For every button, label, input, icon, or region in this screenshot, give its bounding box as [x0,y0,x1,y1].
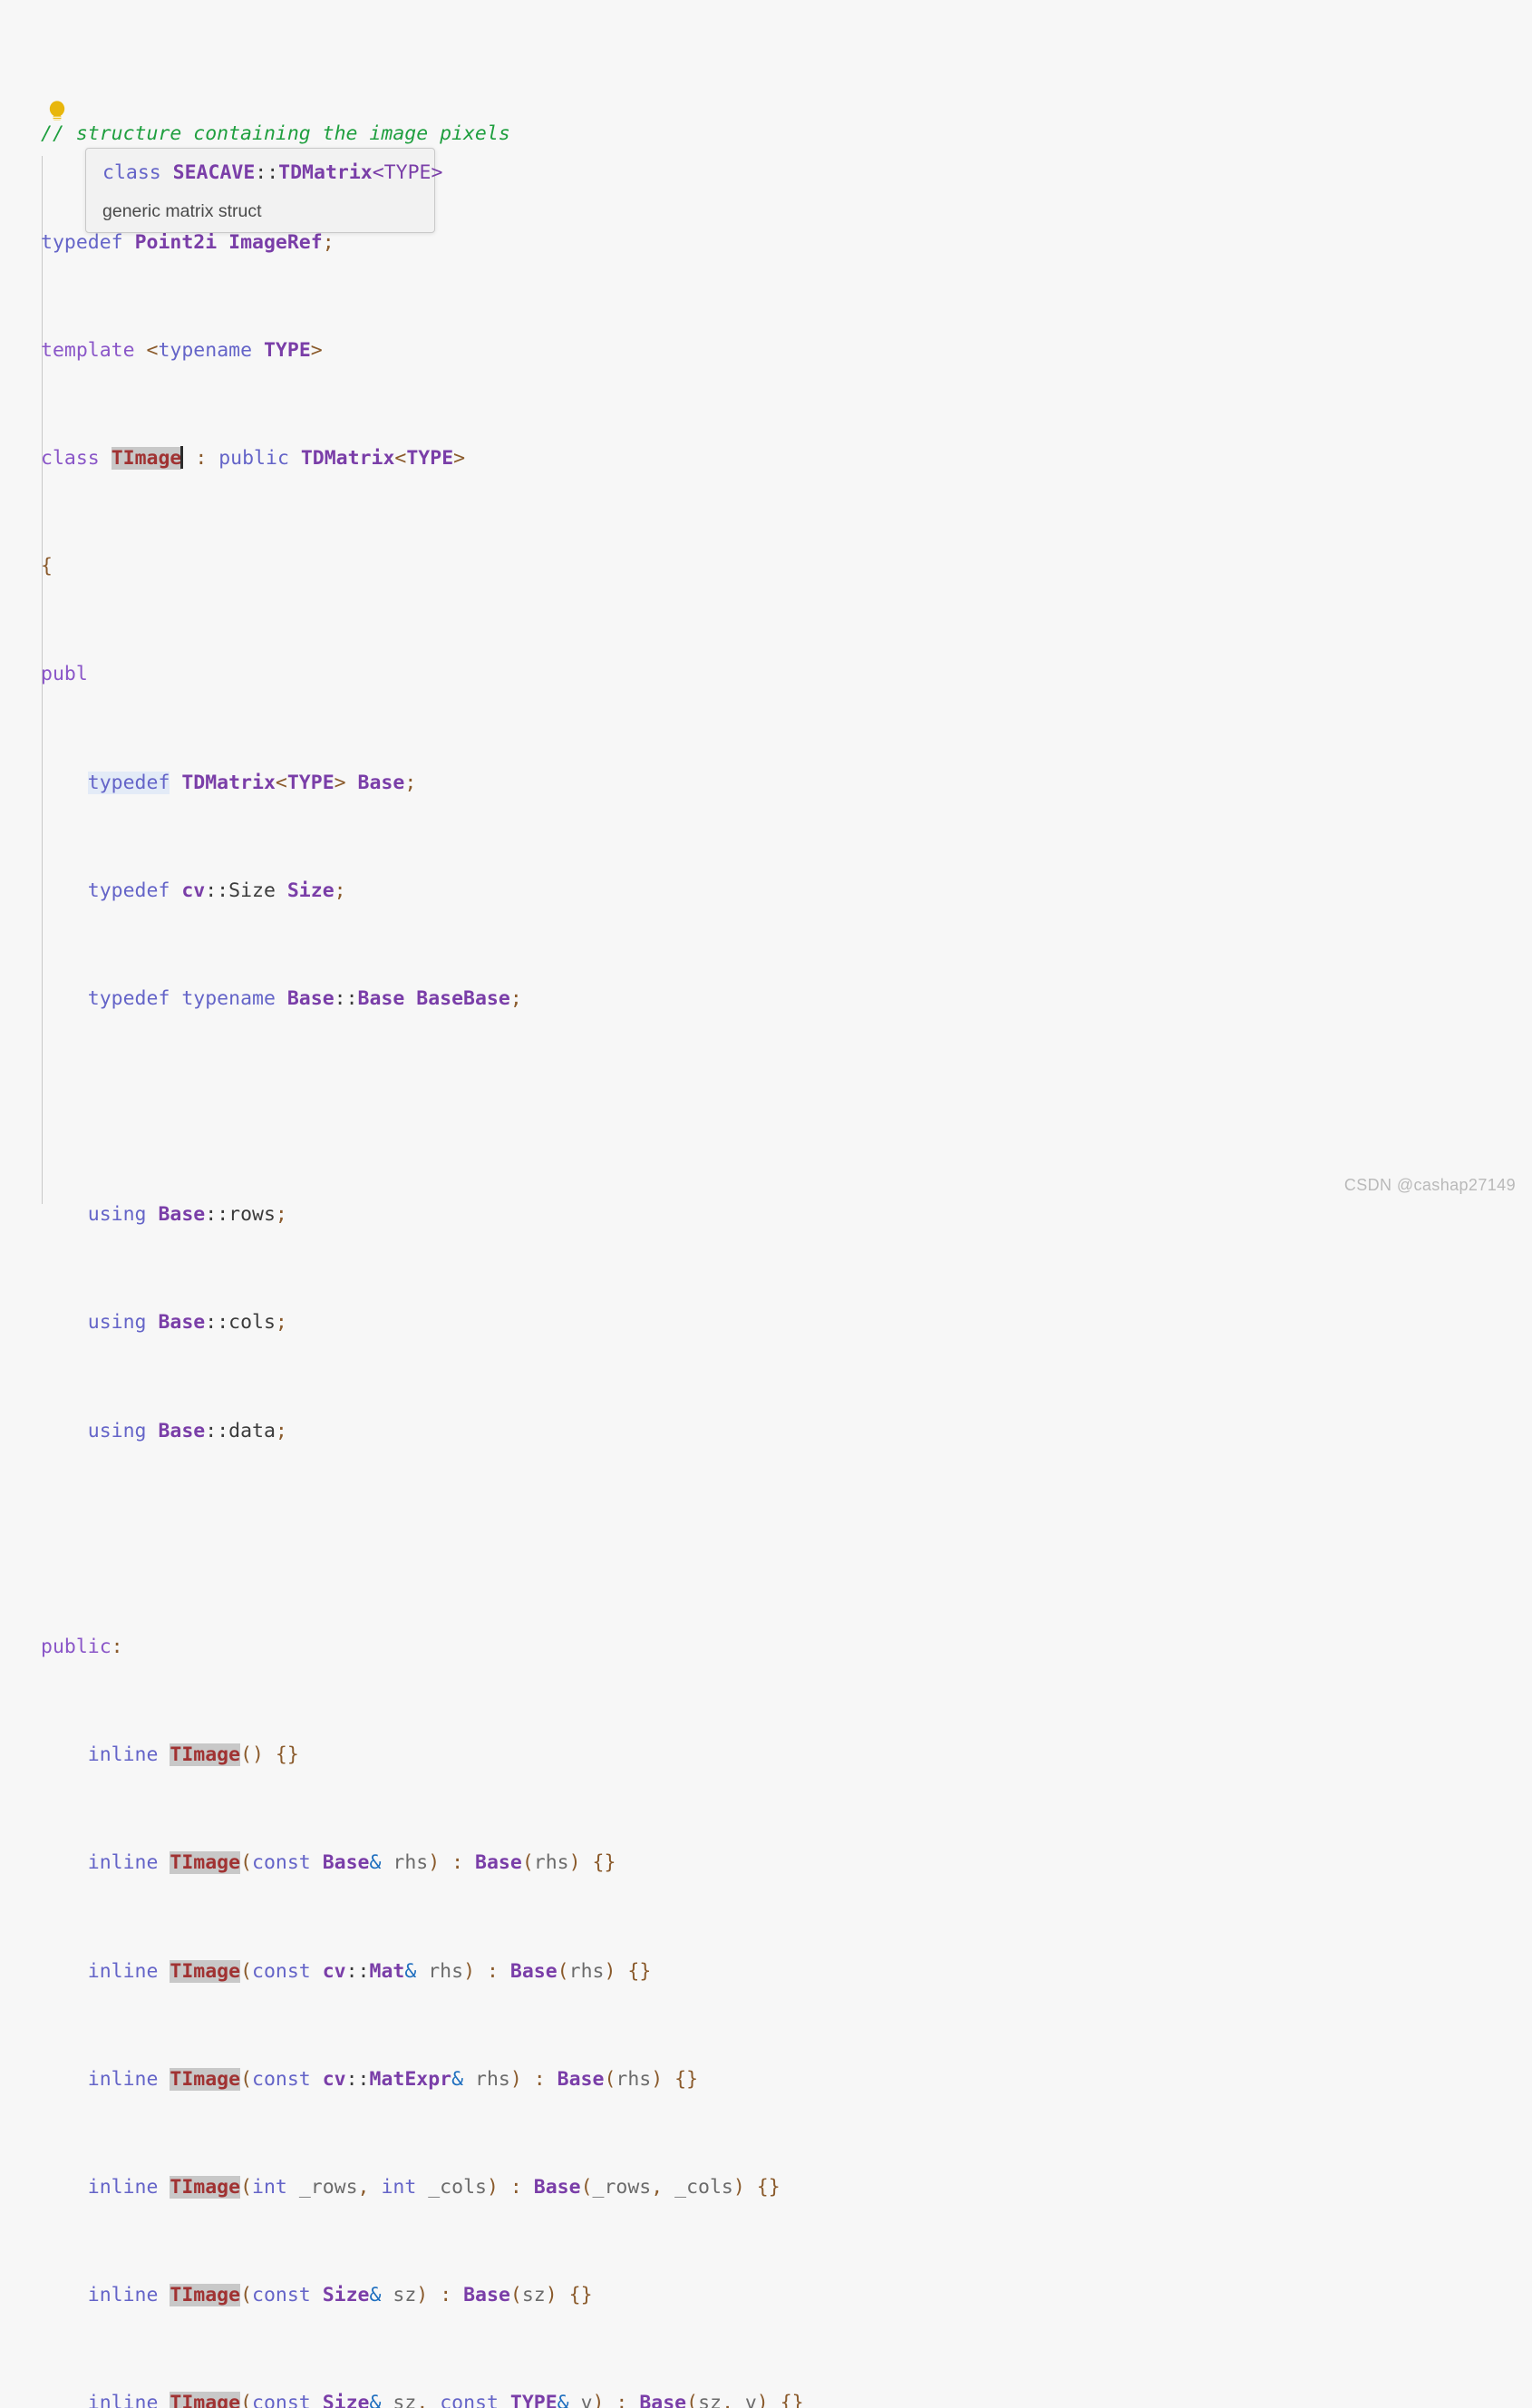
tooltip-signature-namespace: SEACAVE [172,161,256,184]
tooltip-documentation-text: generic matrix struct [102,201,262,221]
code-content[interactable]: // structure containing the image pixels… [0,40,1532,2408]
code-line[interactable]: typedef typename Base::Base BaseBase; [41,986,1532,1013]
code-line[interactable]: inline TImage(const Size& sz, const TYPE… [41,2390,1532,2408]
code-line[interactable]: public: [41,1634,1532,1661]
symbol-timage-occurrence[interactable]: TImage [170,2175,241,2199]
keyword-typedef: typedef [41,230,123,254]
code-line[interactable]: template <typename TYPE> [41,337,1532,364]
tooltip-signature-scope: :: [255,161,279,184]
code-line[interactable]: typedef TDMatrix<TYPE> Base; [41,770,1532,797]
code-editor[interactable]: // structure containing the image pixels… [0,0,1532,2408]
code-line[interactable]: using Base::rows; [41,1201,1532,1228]
code-line[interactable]: using Base::cols; [41,1309,1532,1336]
keyword-using: using [87,1203,147,1227]
access-specifier-public: public [41,1636,112,1659]
comment-text: // structure containing the image pixels [41,122,510,146]
keyword-template: template [41,338,135,362]
tooltip-signature-prefix: class [102,161,173,184]
symbol-timage-occurrence[interactable]: TImage [170,1959,241,1983]
keyword-typename: typename [158,338,253,362]
code-line[interactable]: inline TImage(int _rows, int _cols) : Ba… [41,2174,1532,2201]
tooltip-signature-template: <TYPE> [372,161,443,184]
code-line[interactable]: { [41,553,1532,580]
symbol-timage-occurrence[interactable]: TImage [170,2284,241,2307]
access-specifier-public: publ [41,663,88,686]
hover-documentation-popup[interactable]: class SEACAVE::TDMatrix<TYPE> generic ma… [85,148,442,233]
code-line[interactable]: class TImage : public TDMatrix<TYPE> [41,445,1532,472]
type-point2i: Point2i [134,230,218,254]
type-tdmatrix[interactable]: TDMatrix [301,447,395,470]
code-line[interactable]: inline TImage(const Size& sz) : Base(sz)… [41,2282,1532,2309]
keyword-typedef: typedef [87,771,170,794]
code-line[interactable]: // structure containing the image pixels [41,121,1532,148]
code-line[interactable]: typedef cv::Size Size; [41,878,1532,905]
symbol-timage-occurrence[interactable]: TImage [170,2067,241,2091]
symbol-timage-occurrence[interactable]: TImage [170,1743,241,1767]
keyword-class: class [41,446,100,470]
watermark: CSDN @cashap27149 [1343,1176,1516,1194]
lightbulb-icon[interactable] [47,100,67,123]
code-line[interactable]: typedef Point2i ImageRef; [41,229,1532,257]
code-line[interactable]: using Base::data; [41,1418,1532,1445]
code-line[interactable]: public: [41,661,1532,688]
symbol-timage-occurrence[interactable]: TImage [111,446,182,470]
tooltip-signature-type: TDMatrix [278,161,373,184]
tooltip-signature: class SEACAVE::TDMatrix<TYPE> [86,160,442,187]
symbol-timage-occurrence[interactable]: TImage [170,1851,241,1875]
code-line[interactable]: inline TImage(const cv::MatExpr& rhs) : … [41,2066,1532,2093]
type-TYPE: TYPE [263,338,311,362]
symbol-timage-occurrence[interactable]: TImage [170,2392,241,2408]
type-imageref: ImageRef [228,230,323,254]
code-line[interactable]: inline TImage(const cv::Mat& rhs) : Base… [41,1958,1532,1986]
code-line[interactable]: inline TImage() {} [41,1742,1532,1769]
code-line[interactable]: inline TImage(const Base& rhs) : Base(rh… [41,1850,1532,1877]
keyword-public: public [218,446,289,470]
